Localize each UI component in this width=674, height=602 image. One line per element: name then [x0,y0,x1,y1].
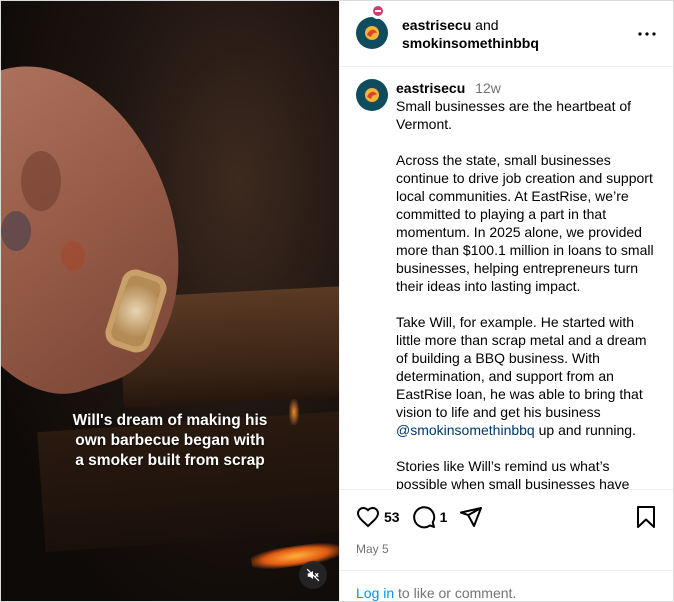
caption-paragraph: Stories like Will’s remind us what’s pos… [396,458,630,489]
save-button[interactable] [635,505,657,529]
caption-line: Will's dream of making his [72,412,268,429]
caption-paragraph: Take Will, for example. He started with … [396,314,647,420]
collab-avatars[interactable] [356,2,390,51]
tattoo-mark [1,211,31,251]
eastrise-avatar[interactable] [356,79,388,111]
tattoo-mark [21,151,61,211]
post-date[interactable]: May 5 [356,542,657,556]
collab-names: eastrisecu and smokinsomethinbbq [402,16,635,52]
and-text: and [475,16,499,33]
rooster-logo-icon [365,88,379,102]
mute-button[interactable] [299,561,327,589]
caption-paragraph: Across the state, small businesses conti… [396,152,654,294]
rooster-logo-icon [365,25,379,40]
comment-count[interactable]: 1 [440,509,448,525]
post-actions: 53 1 May 5 Log in to like or comment. [340,489,673,601]
eastrise-avatar [356,16,388,49]
login-link[interactable]: Log in [356,585,394,601]
share-button[interactable] [459,505,483,529]
caption-line: a smoker built from scrap [75,452,265,469]
login-prompt-text: to like or comment. [398,585,517,601]
like-count[interactable]: 53 [384,509,400,525]
caption-paragraph: Small businesses are the heartbeat of Ve… [396,98,632,132]
tattoo-mark [61,241,85,271]
caption-username[interactable]: eastrisecu [396,80,465,96]
more-options-button[interactable] [635,22,659,46]
comment-button[interactable] [412,505,436,529]
fire-glow [250,539,339,573]
action-bar: 53 1 [356,502,657,532]
login-prompt: Log in to like or comment. [340,570,673,602]
smokinsomethinbbq-avatar [370,2,386,19]
bbq-logo-icon [373,5,383,16]
bookmark-icon [637,506,655,528]
instagram-post-modal: Will's dream of making his own barbecue … [0,0,674,602]
post-header: eastrisecu and smokinsomethinbbq [340,1,673,67]
post-video[interactable]: Will's dream of making his own barbecue … [1,1,339,601]
mention-link[interactable]: @smokinsomethinbbq [396,422,535,438]
author-username[interactable]: eastrisecu [402,17,471,33]
collaborator-username[interactable]: smokinsomethinbbq [402,35,539,51]
muted-speaker-icon [306,568,320,582]
video-caption: Will's dream of making his own barbecue … [1,411,339,471]
caption-line: own barbecue began with [75,432,265,449]
post-caption: eastrisecu 12w Small businesses are the … [396,79,657,489]
post-age[interactable]: 12w [475,80,501,96]
post-caption-area: eastrisecu 12w Small businesses are the … [340,67,673,489]
paper-plane-icon [460,507,483,527]
heart-icon [356,506,380,528]
more-options-icon [638,31,656,36]
post-side-panel: eastrisecu and smokinsomethinbbq eastris… [339,1,673,601]
caption-text: up and running. [538,422,636,438]
like-button[interactable] [356,505,380,529]
comment-icon [412,506,435,529]
